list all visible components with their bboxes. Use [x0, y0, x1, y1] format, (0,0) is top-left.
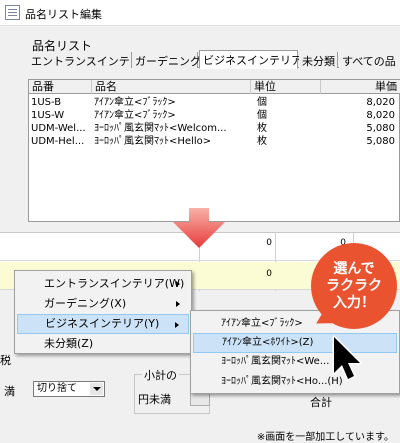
- subtotal-label: 小計の: [142, 367, 179, 383]
- menu-item-entrance[interactable]: エントランスインテリア(W): [17, 274, 189, 294]
- cell-unit: 個: [257, 97, 267, 108]
- footer-note: ※画面を一部加工しています。: [256, 432, 394, 443]
- table-row[interactable]: UDM-Wel... ﾖｰﾛｯﾊﾟ風玄関ﾏｯﾄ<Welcom... 枚 5,08…: [29, 122, 400, 135]
- tab-gardening[interactable]: ガーデニング: [132, 52, 201, 68]
- chevron-down-icon[interactable]: [90, 383, 103, 395]
- tax-label: 税: [0, 354, 11, 367]
- cell-name: ｱｲｱﾝ傘立<ﾌﾞﾗｯｸ>: [94, 97, 176, 108]
- edit-window: 品名リスト編集 品名リスト エントランスインテリア ガーデニング ビジネスインテ…: [0, 0, 400, 222]
- tab-business[interactable]: ビジネスインテリア: [199, 50, 302, 69]
- callout-line: ラクラク: [326, 278, 382, 294]
- category-menu: エントランスインテリア(W) ガーデニング(X) ビジネスインテリア(Y) 未分…: [14, 270, 192, 354]
- chevron-right-icon: [175, 322, 179, 328]
- cell-name: ﾖｰﾛｯﾊﾟ風玄関ﾏｯﾄ<Hello>: [94, 136, 212, 147]
- cell-price: 8,020: [366, 110, 395, 121]
- callout-line: 入力！: [333, 295, 375, 311]
- cell-name: ｱｲｱﾝ傘立<ﾌﾞﾗｯｸ>: [94, 110, 176, 121]
- header-code[interactable]: 品番: [29, 80, 92, 94]
- list-icon: [5, 5, 20, 20]
- cell-price: 5,080: [366, 123, 395, 134]
- cell-price: 5,080: [366, 136, 395, 147]
- tab-entrance[interactable]: エントランスインテリア: [28, 52, 152, 68]
- menu-item-label: エントランスインテリア(W): [44, 277, 185, 290]
- cell-code: 1US-W: [31, 110, 65, 121]
- header-unit[interactable]: 単位: [251, 80, 321, 94]
- yen-label: 円未満: [138, 393, 171, 406]
- cell-price: 8,020: [366, 97, 395, 108]
- table-row[interactable]: 1US-B ｱｲｱﾝ傘立<ﾌﾞﾗｯｸ> 個 8,020: [29, 96, 400, 109]
- tab-all[interactable]: すべての品: [339, 52, 400, 68]
- submenu-item-selected[interactable]: ｱｲｱﾝ傘立<ﾎﾜｲﾄ>(Z): [193, 333, 397, 353]
- header-name[interactable]: 品名: [92, 80, 251, 94]
- window-title: 品名リスト編集: [25, 8, 102, 21]
- menu-item-label: ガーデニング(X): [44, 297, 127, 310]
- category-tabs: エントランスインテリア ガーデニング ビジネスインテリア 未分類 すべての品: [28, 50, 400, 69]
- chevron-right-icon: [176, 281, 180, 287]
- zero-value: 0: [266, 238, 272, 248]
- menu-item-gardening[interactable]: ガーデニング(X): [17, 294, 189, 314]
- title-bar: 品名リスト編集: [0, 0, 400, 26]
- callout-line: 選んで: [333, 261, 375, 277]
- cell-unit: 枚: [257, 123, 267, 134]
- item-table: 品番 品名 単位 単価 1US-B ｱｲｱﾝ傘立<ﾌﾞﾗｯｸ> 個 8,020 …: [28, 79, 400, 222]
- header-price[interactable]: 単価: [321, 80, 400, 94]
- tab-uncategorized[interactable]: 未分類: [299, 52, 338, 68]
- cell-unit: 個: [257, 110, 267, 121]
- under-label: 満: [4, 385, 15, 398]
- rounding-select[interactable]: 切り捨て: [33, 381, 105, 397]
- cell-name: ﾖｰﾛｯﾊﾟ風玄関ﾏｯﾄ<Welcom...: [94, 123, 227, 134]
- table-row[interactable]: 1US-W ｱｲｱﾝ傘立<ﾌﾞﾗｯｸ> 個 8,020: [29, 109, 400, 122]
- menu-item-uncategorized[interactable]: 未分類(Z): [17, 334, 189, 354]
- submenu-item[interactable]: ﾖｰﾛｯﾊﾟ風玄関ﾏｯﾄ<We...: [193, 352, 397, 372]
- submenu-item[interactable]: ﾖｰﾛｯﾊﾟ風玄関ﾏｯﾄ<Ho...(H): [193, 372, 397, 392]
- callout-bubble: 選んで ラクラク 入力！: [311, 243, 397, 329]
- menu-item-label: 未分類(Z): [44, 337, 94, 350]
- zero-value: 0: [266, 269, 272, 279]
- cell-code: UDM-Hel...: [31, 136, 85, 147]
- cell-unit: 枚: [257, 136, 267, 147]
- chevron-right-icon: [176, 301, 180, 307]
- down-arrow-icon: [173, 208, 225, 248]
- cell-code: UDM-Wel...: [31, 123, 86, 134]
- total-label: 合計: [310, 396, 332, 409]
- menu-item-label: ビジネスインテリア(Y): [45, 317, 160, 330]
- rounding-value: 切り捨て: [37, 383, 77, 394]
- mouse-cursor-icon: [332, 335, 362, 381]
- table-header: 品番 品名 単位 単価: [29, 80, 400, 94]
- cell-code: 1US-B: [31, 97, 62, 108]
- menu-item-business[interactable]: ビジネスインテリア(Y): [17, 314, 189, 334]
- table-row[interactable]: UDM-Hel... ﾖｰﾛｯﾊﾟ風玄関ﾏｯﾄ<Hello> 枚 5,080: [29, 135, 400, 148]
